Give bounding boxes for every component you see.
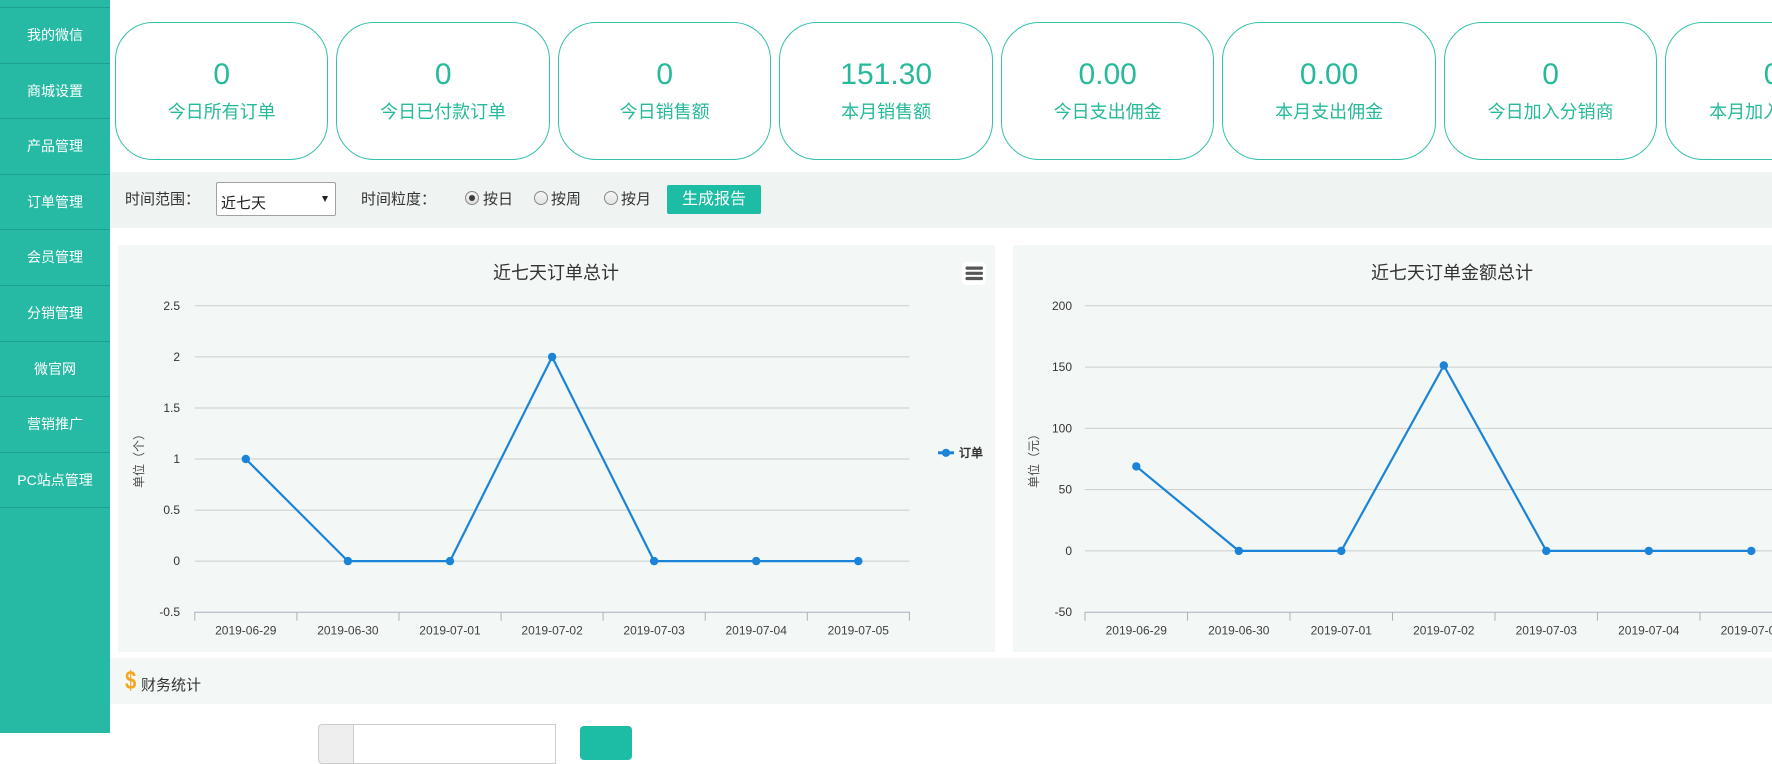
svg-text:2: 2 xyxy=(173,350,180,364)
svg-text:近七天订单金额总计: 近七天订单金额总计 xyxy=(1371,263,1533,283)
svg-text:2019-07-04: 2019-07-04 xyxy=(726,624,788,638)
svg-text:2019-07-02: 2019-07-02 xyxy=(521,624,583,638)
svg-text:0.5: 0.5 xyxy=(163,503,180,517)
svg-text:-0.5: -0.5 xyxy=(159,605,180,619)
svg-text:1: 1 xyxy=(173,452,180,466)
svg-text:2019-07-01: 2019-07-01 xyxy=(1311,624,1373,638)
svg-text:2019-07-02: 2019-07-02 xyxy=(1413,624,1475,638)
svg-text:2019-07-05: 2019-07-05 xyxy=(1721,624,1772,638)
svg-text:50: 50 xyxy=(1059,483,1073,497)
svg-text:2019-06-29: 2019-06-29 xyxy=(215,624,277,638)
svg-text:2.5: 2.5 xyxy=(163,299,180,313)
svg-text:2019-06-29: 2019-06-29 xyxy=(1106,624,1168,638)
svg-text:100: 100 xyxy=(1052,421,1072,435)
svg-text:0: 0 xyxy=(1065,544,1072,558)
svg-text:2019-07-03: 2019-07-03 xyxy=(1516,624,1578,638)
svg-text:2019-07-04: 2019-07-04 xyxy=(1618,624,1680,638)
svg-text:2019-06-30: 2019-06-30 xyxy=(317,624,379,638)
svg-text:2019-07-03: 2019-07-03 xyxy=(623,624,685,638)
svg-text:-50: -50 xyxy=(1055,605,1073,619)
svg-text:单位（个）: 单位（个） xyxy=(131,428,146,488)
svg-text:2019-06-30: 2019-06-30 xyxy=(1208,624,1270,638)
svg-text:1.5: 1.5 xyxy=(163,401,180,415)
svg-text:150: 150 xyxy=(1052,360,1072,374)
svg-text:0: 0 xyxy=(173,554,180,568)
svg-text:2019-07-01: 2019-07-01 xyxy=(419,624,481,638)
svg-text:200: 200 xyxy=(1052,299,1072,313)
svg-text:近七天订单总计: 近七天订单总计 xyxy=(493,263,619,283)
svg-text:单位（元）: 单位（元） xyxy=(1026,428,1041,488)
svg-text:2019-07-05: 2019-07-05 xyxy=(828,624,890,638)
svg-text:订单: 订单 xyxy=(959,445,983,460)
